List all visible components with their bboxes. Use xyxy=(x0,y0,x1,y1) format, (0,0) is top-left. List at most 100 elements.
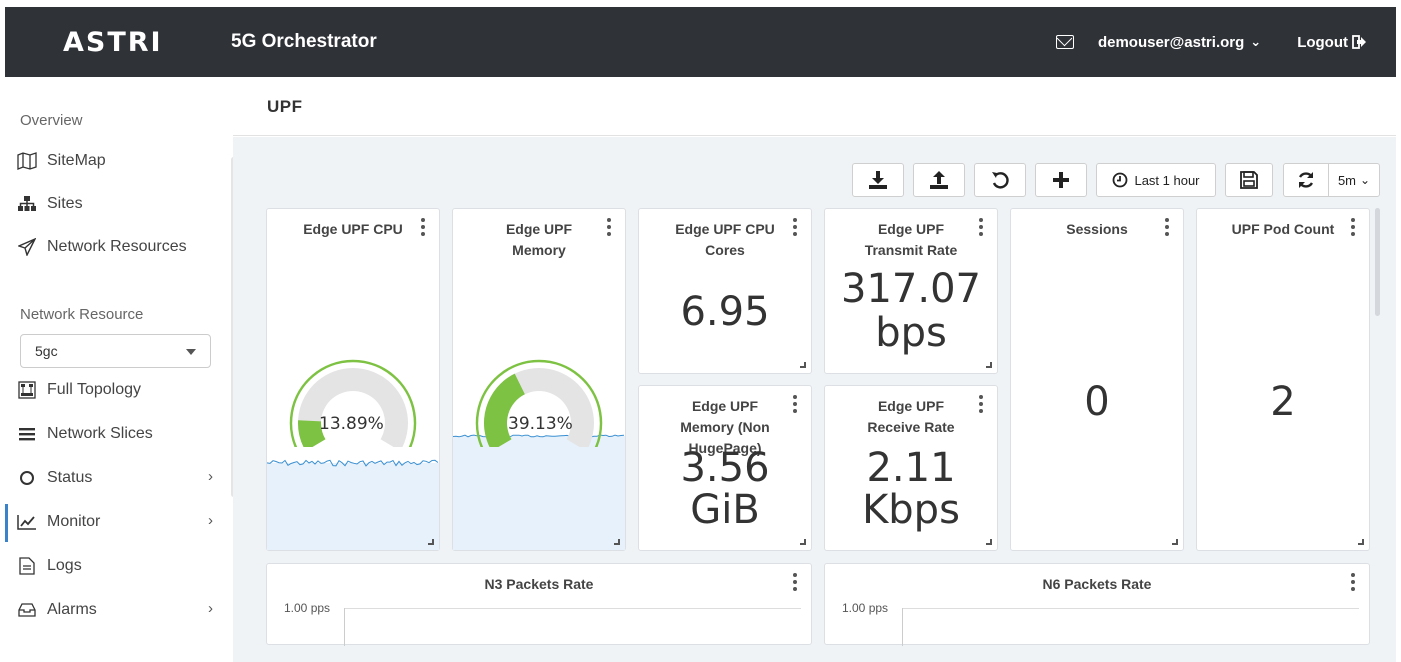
stat-value: 317.07 xyxy=(841,266,981,312)
mail-icon[interactable] xyxy=(1055,35,1074,49)
sidebar-item-label: Full Topology xyxy=(47,381,141,398)
brand-logo[interactable]: ASTRI xyxy=(63,7,163,77)
topology-icon xyxy=(17,380,37,400)
sidebar: Overview SiteMap Sites Network Resources… xyxy=(5,77,236,662)
panel-title: N6 Packets Rate xyxy=(1042,576,1152,592)
panel-resize-handle[interactable] xyxy=(1172,539,1178,545)
panel-title: Edge UPF Transmit Rate xyxy=(864,221,958,258)
panel-edge-upf-cpu: Edge UPF CPU 13.89% xyxy=(266,208,440,551)
panel-resize-handle[interactable] xyxy=(614,539,620,545)
panel-title: N3 Packets Rate xyxy=(484,576,594,592)
panel-n3-packets-rate: N3 Packets Rate 1.00 pps xyxy=(266,563,812,646)
time-range-picker[interactable]: Last 1 hour xyxy=(1096,163,1216,197)
add-panel-button[interactable] xyxy=(1035,163,1087,197)
cpu-gauge-value: 13.89% xyxy=(319,414,384,434)
page-header: UPF xyxy=(233,77,1396,136)
panel-title: Edge UPF Receive Rate xyxy=(867,398,955,435)
sparkline-area xyxy=(267,459,439,550)
chevron-right-icon: › xyxy=(208,600,213,617)
sidebar-item-sites[interactable]: Sites xyxy=(17,189,217,219)
logout-button[interactable]: Logout xyxy=(1297,34,1366,51)
clock-icon xyxy=(1113,172,1128,188)
y-axis-tick: 1.00 pps xyxy=(284,601,331,615)
panel-resize-handle[interactable] xyxy=(800,362,806,368)
sidebar-item-label: Status xyxy=(47,469,93,486)
panel-menu-icon[interactable] xyxy=(793,218,797,236)
sidebar-item-full-topology[interactable]: Full Topology xyxy=(17,375,217,405)
sidebar-item-network-resources[interactable]: Network Resources xyxy=(17,232,217,262)
inbox-icon xyxy=(17,600,37,620)
network-resource-select[interactable]: 5gc xyxy=(20,334,211,368)
y-axis-line xyxy=(902,608,903,646)
panel-edge-upf-memory-non-hugepage: Edge UPF Memory (Non HugePage) 3.56 GiB xyxy=(638,385,812,551)
panel-menu-icon[interactable] xyxy=(979,218,983,236)
dashboard-scrollbar[interactable] xyxy=(1375,208,1380,316)
y-axis-line xyxy=(344,608,345,646)
sidebar-item-label: Logs xyxy=(47,557,82,574)
caret-down-icon xyxy=(186,349,196,355)
sidebar-section-network-resource: Network Resource xyxy=(20,306,144,323)
panel-resize-handle[interactable] xyxy=(800,539,806,545)
sign-out-icon xyxy=(1352,35,1366,49)
user-email: demouser@astri.org xyxy=(1097,33,1245,51)
sidebar-item-sitemap[interactable]: SiteMap xyxy=(17,146,217,176)
undo-button[interactable] xyxy=(974,163,1026,197)
sidebar-item-status[interactable]: Status › xyxy=(17,463,217,493)
panel-edge-upf-receive-rate: Edge UPF Receive Rate 2.11 Kbps xyxy=(824,385,998,551)
sidebar-item-alarms[interactable]: Alarms › xyxy=(17,595,217,625)
sparkline-area xyxy=(453,434,625,550)
stat-value: 2 xyxy=(1270,379,1296,425)
chevron-down-icon: ⌄ xyxy=(1250,34,1262,49)
y-axis-tick: 1.00 pps xyxy=(842,601,889,615)
stat-unit: GiB xyxy=(690,487,760,533)
panel-title: Edge UPF CPU xyxy=(303,221,403,237)
stat-value: 3.56 xyxy=(680,445,770,491)
chart-line-icon xyxy=(17,512,37,532)
refresh-button[interactable] xyxy=(1283,163,1329,197)
panel-menu-icon[interactable] xyxy=(793,395,797,413)
refresh-interval-label: 5m xyxy=(1337,172,1356,188)
download-button[interactable] xyxy=(852,163,904,197)
download-icon xyxy=(869,171,887,189)
user-menu[interactable]: demouser@astri.org ⌄ xyxy=(1098,34,1261,51)
panel-upf-pod-count: UPF Pod Count 2 xyxy=(1196,208,1370,551)
upload-button[interactable] xyxy=(913,163,965,197)
panel-sessions: Sessions 0 xyxy=(1010,208,1184,551)
panel-resize-handle[interactable] xyxy=(1358,539,1364,545)
panel-resize-handle[interactable] xyxy=(986,362,992,368)
grid-line xyxy=(344,608,801,609)
panel-menu-icon[interactable] xyxy=(979,395,983,413)
panel-menu-icon[interactable] xyxy=(793,573,797,591)
panel-menu-icon[interactable] xyxy=(421,218,425,236)
sitemap-icon xyxy=(17,194,37,214)
panel-menu-icon[interactable] xyxy=(607,218,611,236)
stat-value: 0 xyxy=(1084,379,1110,425)
sidebar-item-monitor[interactable]: Monitor › xyxy=(17,507,217,537)
panel-edge-upf-memory: Edge UPF Memory 39.13% xyxy=(452,208,626,551)
panel-title: Edge UPF Memory xyxy=(505,221,573,258)
panel-menu-icon[interactable] xyxy=(1351,573,1355,591)
panel-edge-upf-cpu-cores: Edge UPF CPU Cores 6.95 xyxy=(638,208,812,374)
panel-menu-icon[interactable] xyxy=(1351,218,1355,236)
chevron-right-icon: › xyxy=(208,468,213,485)
refresh-interval-select[interactable]: 5m ⌄ xyxy=(1328,163,1380,197)
panel-title: Sessions xyxy=(1066,221,1128,237)
refresh-icon xyxy=(1298,172,1314,188)
plus-icon xyxy=(1053,172,1069,188)
upload-icon xyxy=(930,171,948,189)
panel-title: UPF Pod Count xyxy=(1231,221,1335,237)
sidebar-item-logs[interactable]: Logs xyxy=(17,551,217,581)
panel-resize-handle[interactable] xyxy=(428,539,434,545)
page-title: UPF xyxy=(267,96,303,116)
paper-plane-icon xyxy=(17,237,37,257)
memory-gauge-value: 39.13% xyxy=(508,414,573,434)
panel-resize-handle[interactable] xyxy=(986,539,992,545)
sidebar-item-network-slices[interactable]: Network Slices xyxy=(17,419,217,449)
circle-icon xyxy=(17,468,37,488)
save-dashboard-button[interactable] xyxy=(1225,163,1273,197)
panel-n6-packets-rate: N6 Packets Rate 1.00 pps xyxy=(824,563,1370,646)
save-icon xyxy=(1240,171,1258,189)
panel-menu-icon[interactable] xyxy=(1165,218,1169,236)
undo-icon xyxy=(992,172,1009,189)
network-resource-value: 5gc xyxy=(35,343,58,359)
